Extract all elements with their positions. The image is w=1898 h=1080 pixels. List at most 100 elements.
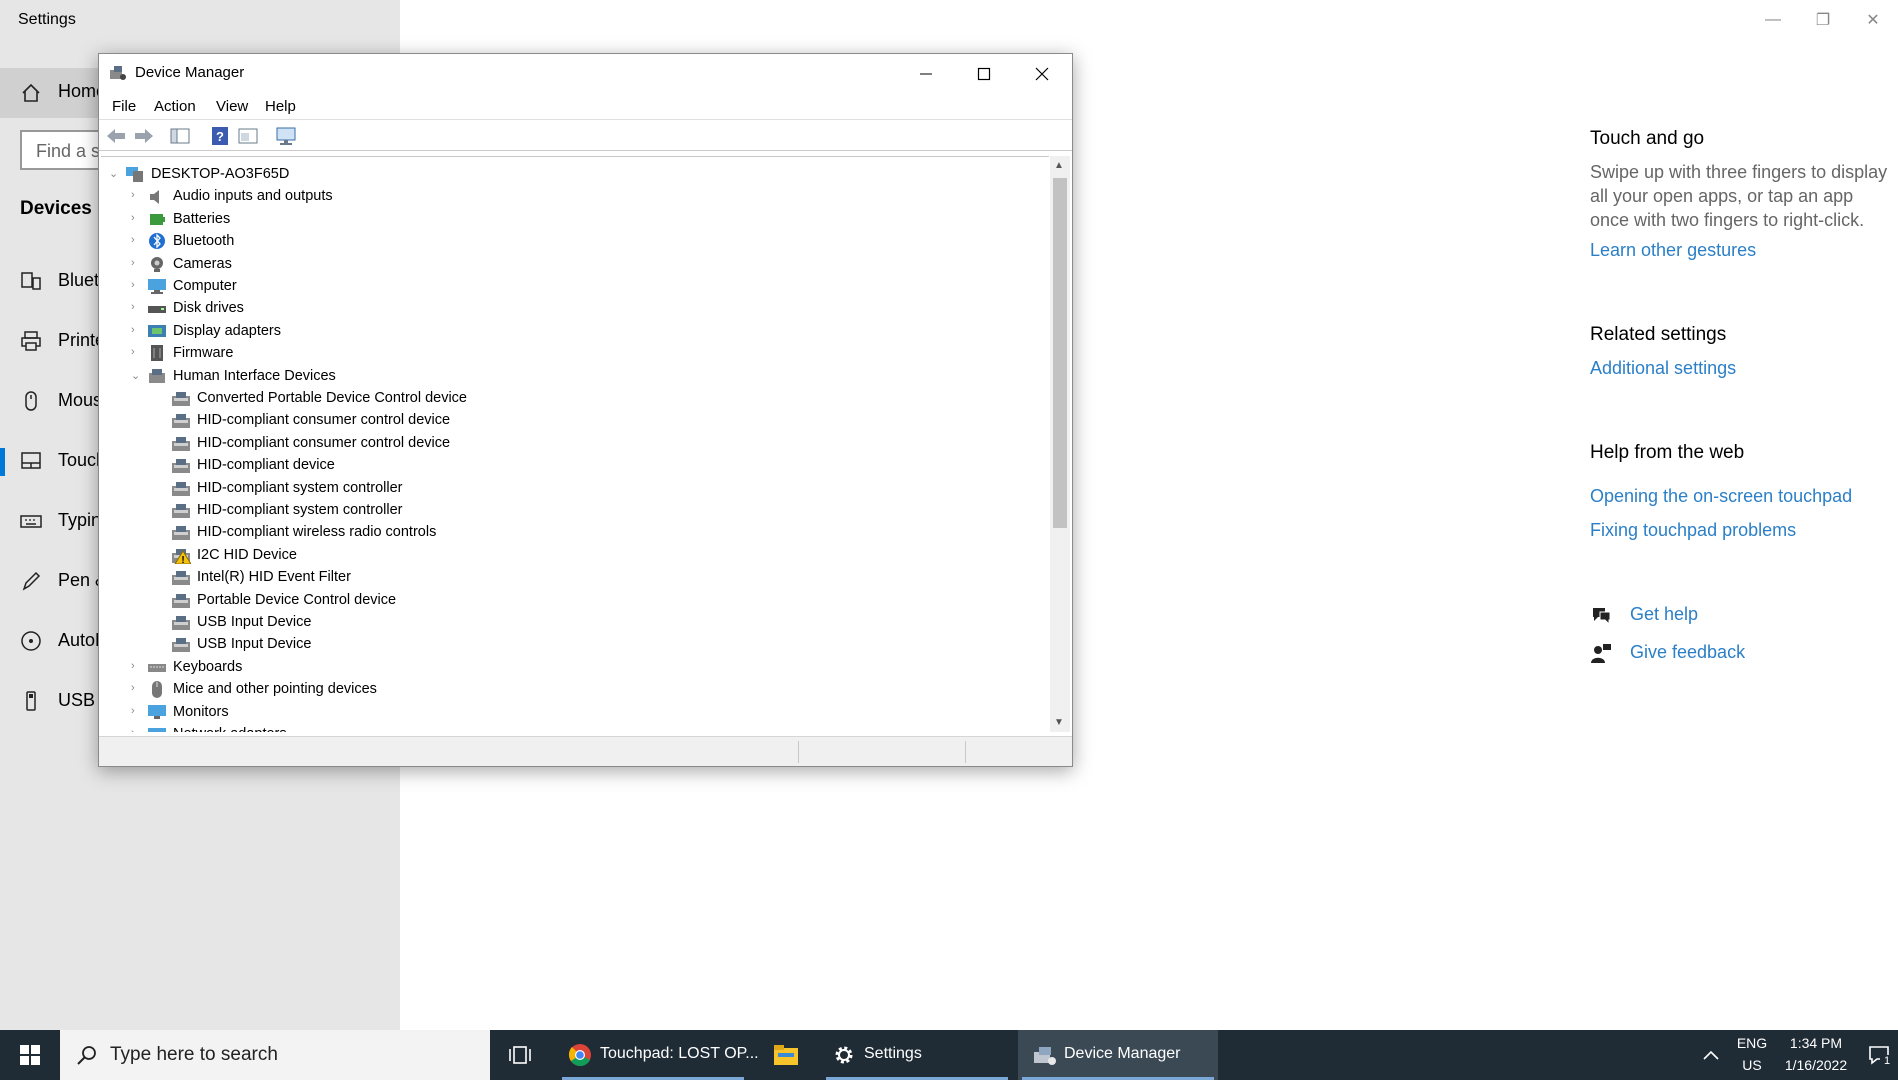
fix-touchpad-link[interactable]: Fixing touchpad problems [1590, 520, 1796, 541]
get-help-icon [1593, 608, 1611, 626]
network-icon [148, 728, 166, 732]
lang-bottom: US [1742, 1057, 1762, 1073]
dm-maximize-button[interactable] [955, 54, 1013, 94]
help-heading: Help from the web [1590, 442, 1745, 463]
chevron-right-icon[interactable]: › [131, 301, 141, 313]
help-icon[interactable]: ? [209, 126, 231, 146]
show-hide-console-icon[interactable] [169, 126, 191, 146]
device-label: Monitors [173, 703, 229, 720]
task-view-button[interactable] [500, 1030, 540, 1080]
menu-action[interactable]: Action [154, 98, 196, 115]
taskbar-app-file-explorer[interactable] [760, 1030, 810, 1080]
chevron-right-icon[interactable]: › [131, 727, 141, 732]
svg-text:!: ! [181, 555, 184, 564]
chevron-right-icon[interactable]: › [131, 705, 141, 717]
hid-device-icon [172, 571, 190, 586]
scroll-up-arrow[interactable]: ▲ [1054, 160, 1064, 171]
scan-hardware-icon[interactable] [275, 126, 297, 146]
taskbar-search-input[interactable]: Type here to search [60, 1030, 490, 1080]
device-label: Disk drives [173, 300, 244, 317]
give-feedback-link[interactable]: Give feedback [1630, 642, 1745, 663]
menu-file[interactable]: File [112, 98, 136, 115]
clock-date: 1/16/2022 [1784, 1057, 1848, 1073]
chevron-right-icon[interactable]: › [131, 234, 141, 246]
menu-view[interactable]: View [216, 98, 248, 115]
properties-icon[interactable] [237, 126, 259, 146]
input-language-indicator[interactable]: ENG US [1732, 1030, 1772, 1080]
chevron-right-icon[interactable]: › [131, 324, 141, 336]
mouse-icon [25, 391, 37, 411]
device-tree: ⌄ DESKTOP-AO3F65D › Audio inputs and output… [101, 156, 1049, 732]
scroll-down-arrow[interactable]: ▼ [1054, 717, 1064, 728]
hid-device-icon [172, 459, 190, 474]
dm-menubar: File Action View Help [99, 94, 1072, 120]
learn-gestures-link[interactable]: Learn other gestures [1590, 240, 1756, 261]
hid-device-icon [172, 481, 190, 496]
keyboard-icon [148, 663, 166, 672]
search-icon [77, 1046, 96, 1065]
show-hidden-icons-button[interactable] [1696, 1030, 1726, 1080]
minimize-button[interactable]: — [1748, 0, 1798, 40]
taskbar-app-settings[interactable]: Settings [822, 1030, 1012, 1080]
hid-device-icon [172, 526, 190, 541]
computer-root-icon [126, 167, 143, 182]
chevron-right-icon[interactable]: › [131, 346, 141, 358]
chevron-right-icon[interactable]: › [131, 682, 141, 694]
computer-icon [148, 279, 166, 294]
autoplay-icon [21, 631, 41, 651]
taskbar-app-device-manager[interactable]: Device Manager [1018, 1030, 1218, 1080]
dm-close-button[interactable] [1013, 54, 1071, 94]
device-label: Intel(R) HID Event Filter [197, 569, 351, 586]
printer-icon [21, 331, 41, 351]
device-label: Converted Portable Device Control device [197, 390, 467, 406]
maximize-icon [977, 67, 991, 81]
hid-device-icon [172, 638, 190, 653]
monitor-icon [148, 704, 166, 719]
touch-description: Swipe up with three fingers to display a… [1590, 162, 1888, 230]
start-button[interactable] [0, 1030, 60, 1080]
bluetooth-icon [149, 233, 165, 250]
device-label: Computer [173, 278, 237, 294]
chevron-down-icon[interactable]: ⌄ [131, 369, 141, 382]
chrome-icon [568, 1044, 591, 1066]
status-separator [965, 741, 966, 763]
taskbar-app-label: Touchpad: LOST OP... [600, 1045, 759, 1062]
chevron-right-icon[interactable]: › [131, 279, 141, 291]
touchpad-icon [21, 452, 41, 469]
action-center-button[interactable]: 1 [1862, 1030, 1896, 1080]
scroll-thumb[interactable] [1053, 178, 1067, 528]
device-label: Portable Device Control device [197, 591, 397, 608]
bluetooth-devices-icon [21, 272, 41, 290]
additional-settings-link[interactable]: Additional settings [1590, 358, 1736, 379]
clock-time: 1:34 PM [1789, 1035, 1843, 1051]
chevron-right-icon[interactable]: › [131, 257, 141, 269]
mouse-icon [152, 681, 162, 699]
close-button[interactable]: ✕ [1848, 0, 1898, 40]
device-label: I2C HID Device [197, 546, 297, 563]
chevron-right-icon[interactable]: › [131, 212, 141, 224]
onscreen-touchpad-link[interactable]: Opening the on-screen touchpad [1590, 486, 1852, 507]
section-title: Devices [20, 198, 92, 219]
svg-text:?: ? [216, 129, 224, 144]
dm-vertical-scrollbar[interactable]: ▲ ▼ [1050, 156, 1070, 732]
get-help-link[interactable]: Get help [1630, 604, 1698, 625]
device-label: HID-compliant system controller [197, 502, 403, 518]
restore-button[interactable]: ❐ [1798, 0, 1848, 40]
taskbar-app-chrome[interactable]: Touchpad: LOST OP... [558, 1030, 759, 1080]
keyboard-icon [20, 515, 42, 528]
chevron-right-icon[interactable]: › [131, 189, 141, 201]
display-adapter-icon [148, 324, 166, 337]
menu-help[interactable]: Help [265, 98, 296, 115]
back-arrow-icon[interactable] [105, 126, 127, 146]
forward-arrow-icon[interactable] [133, 126, 155, 146]
dm-titlebar[interactable]: Device Manager [99, 54, 1072, 94]
device-label: HID-compliant consumer control device [197, 434, 451, 451]
chevron-right-icon[interactable]: › [131, 660, 141, 672]
clock[interactable]: 1:34 PM 1/16/2022 [1774, 1030, 1858, 1080]
device-label: Keyboards [173, 658, 243, 675]
device-label: USB Input Device [197, 614, 312, 630]
chevron-up-icon [1703, 1050, 1719, 1060]
dm-minimize-button[interactable] [897, 54, 955, 94]
touch-heading: Touch and go [1590, 128, 1705, 149]
chevron-down-icon[interactable]: ⌄ [109, 167, 119, 180]
